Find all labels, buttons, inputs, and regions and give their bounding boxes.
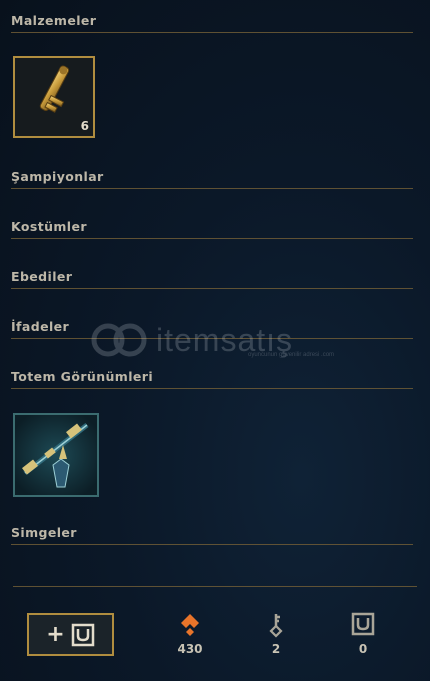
currency-orange-essence: 430: [165, 612, 215, 656]
section-divider: [11, 32, 413, 33]
section-champions: Şampiyonlar: [11, 166, 413, 189]
watermark-logo-icon: [91, 323, 147, 357]
currency-chests: 0: [338, 612, 388, 656]
section-materials: Malzemeler: [11, 10, 413, 33]
watermark: itemsatış oyuncunun güvenilir adresi .co…: [90, 322, 340, 362]
key-fragments-value: 2: [271, 642, 281, 656]
chests-value: 0: [358, 642, 368, 656]
section-divider: [11, 188, 413, 189]
section-title-ward-skins: Totem Görünümleri: [11, 369, 154, 384]
add-chest-button[interactable]: +: [27, 613, 114, 656]
section-divider: [11, 544, 413, 545]
item-tile-hextech-key[interactable]: 6: [13, 56, 95, 138]
section-icons: Simgeler: [11, 522, 413, 545]
item-count: 6: [80, 119, 89, 133]
section-title-icons: Simgeler: [11, 525, 77, 540]
currency-key-fragments: 2: [251, 612, 301, 656]
section-title-skins: Kostümler: [11, 219, 87, 234]
key-fragment-icon: [269, 614, 283, 638]
section-divider: [11, 288, 413, 289]
watermark-subtext: oyuncunun güvenilir adresi .com: [248, 352, 335, 358]
section-divider: [11, 388, 413, 389]
section-title-materials: Malzemeler: [11, 13, 97, 28]
orange-essence-value: 430: [177, 642, 203, 656]
section-divider: [11, 238, 413, 239]
ward-totem-icon: [15, 415, 97, 495]
section-eternals: Ebediler: [11, 266, 413, 289]
footer-divider: [13, 586, 417, 587]
plus-icon: +: [46, 621, 65, 647]
chest-icon: [71, 623, 94, 646]
section-ward-skins: Totem Görünümleri: [11, 366, 413, 389]
item-tile-ward-skin[interactable]: [13, 413, 99, 497]
chest-icon: [351, 612, 375, 636]
section-skins: Kostümler: [11, 216, 413, 239]
orange-essence-icon: [181, 614, 199, 636]
section-title-champions: Şampiyonlar: [11, 169, 104, 184]
section-title-eternals: Ebediler: [11, 269, 73, 284]
